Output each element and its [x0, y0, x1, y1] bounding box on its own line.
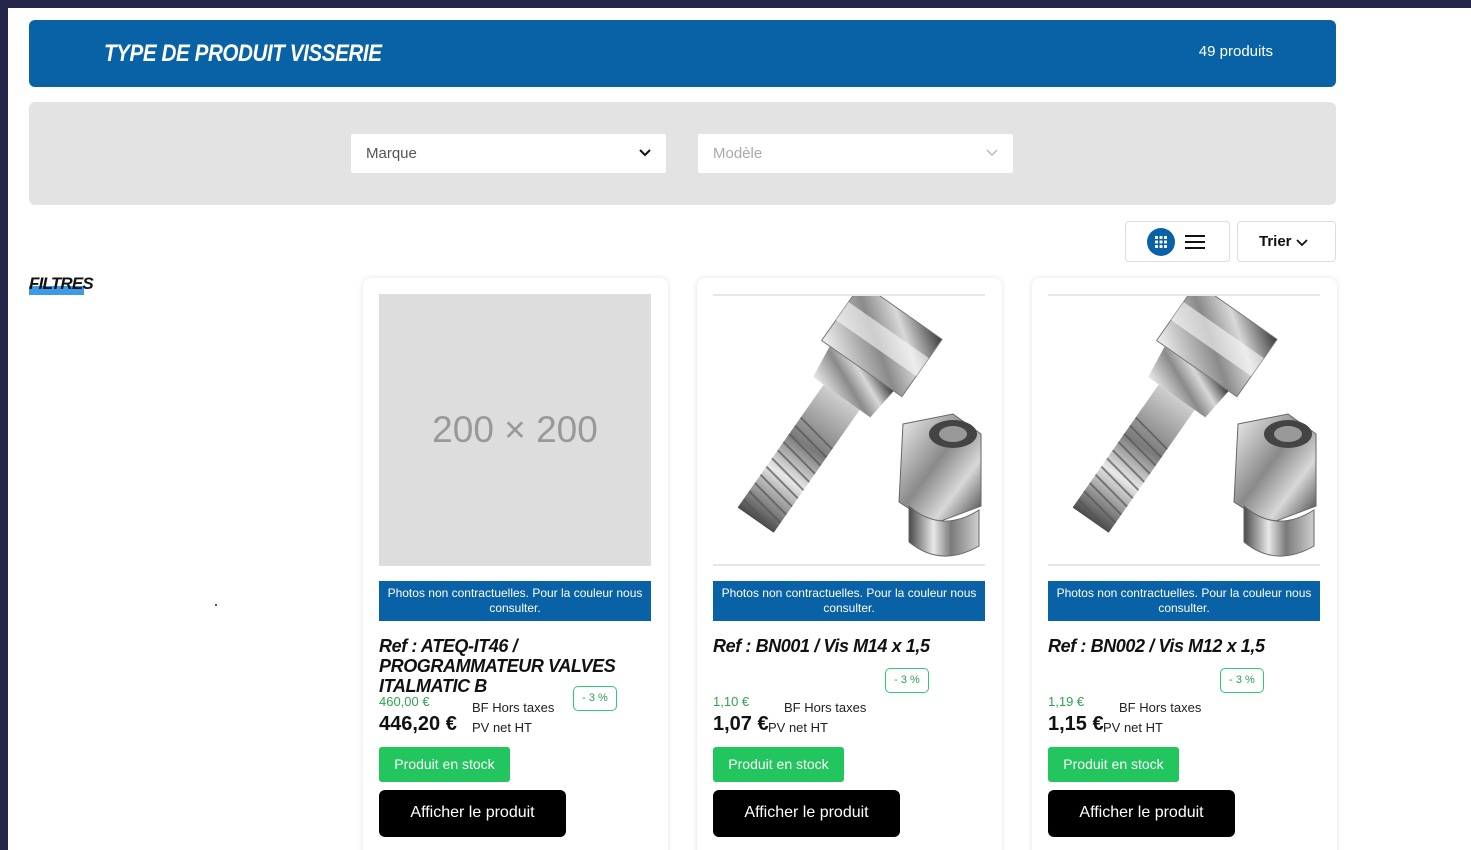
brand-select-value: Marque: [366, 145, 417, 162]
product-image[interactable]: [1048, 282, 1320, 566]
old-price: 460,00 €: [379, 694, 430, 709]
category-header: TYPE DE PRODUIT VISSERIE 49 produits: [29, 20, 1336, 87]
product-title[interactable]: Ref : BN002 / Vis M12 x 1,5: [1048, 636, 1323, 656]
photo-notice: Photos non contractuelles. Pour la coule…: [379, 581, 651, 621]
view-product-button[interactable]: Afficher le produit: [1048, 790, 1235, 837]
grid-icon: [1155, 236, 1167, 248]
sort-label: Trier: [1259, 233, 1292, 250]
vehicle-filter-bar: Marque Modèle: [29, 102, 1336, 205]
view-product-button[interactable]: Afficher le produit: [379, 790, 566, 837]
sort-button[interactable]: Trier: [1237, 221, 1336, 262]
pv-label: PV net HT: [472, 720, 532, 735]
filters-title: FILTRES: [29, 274, 94, 293]
bf-label: BF Hors taxes: [784, 700, 867, 715]
product-card: 200 × 200 Photos non contractuelles. Pou…: [363, 278, 668, 850]
chevron-down-icon: [639, 149, 651, 157]
product-card: Photos non contractuelles. Pour la coule…: [1032, 278, 1337, 850]
brand-select[interactable]: Marque: [351, 134, 666, 173]
old-price: 1,19 €: [1048, 694, 1085, 709]
product-image[interactable]: [713, 282, 985, 566]
view-toggle: [1125, 221, 1230, 262]
net-price: 1,15 €: [1048, 713, 1104, 735]
discount-badge: - 3 %: [885, 668, 929, 693]
old-price: 1,10 €: [713, 694, 750, 709]
stock-status: Produit en stock: [1048, 747, 1179, 782]
view-product-button[interactable]: Afficher le produit: [713, 790, 900, 837]
net-price: 446,20 €: [379, 713, 457, 735]
model-select[interactable]: Modèle: [698, 134, 1013, 173]
bolt-nut-image: [737, 282, 982, 557]
discount-badge: - 3 %: [573, 686, 617, 711]
bolt-nut-image: [1072, 282, 1317, 557]
chevron-down-icon: [986, 149, 998, 157]
chevron-down-icon: [1296, 239, 1308, 247]
list-view-icon[interactable]: [1184, 233, 1206, 251]
model-select-value: Modèle: [713, 145, 763, 162]
net-price: 1,07 €: [713, 713, 769, 735]
product-count: 49 produits: [1198, 43, 1273, 60]
discount-badge: - 3 %: [1220, 668, 1264, 693]
grid-view-button[interactable]: [1147, 228, 1175, 256]
pv-label: PV net HT: [1103, 720, 1163, 735]
product-image-placeholder[interactable]: 200 × 200: [379, 294, 651, 566]
divider-dot: [215, 604, 217, 606]
photo-notice: Photos non contractuelles. Pour la coule…: [1048, 581, 1320, 621]
stock-status: Produit en stock: [379, 747, 510, 782]
stock-status: Produit en stock: [713, 747, 844, 782]
product-card: Photos non contractuelles. Pour la coule…: [697, 278, 1002, 850]
product-title[interactable]: Ref : BN001 / Vis M14 x 1,5: [713, 636, 988, 656]
bf-label: BF Hors taxes: [472, 700, 555, 715]
page: TYPE DE PRODUIT VISSERIE 49 produits Mar…: [8, 8, 1471, 850]
pv-label: PV net HT: [768, 720, 828, 735]
photo-notice: Photos non contractuelles. Pour la coule…: [713, 581, 985, 621]
category-title: TYPE DE PRODUIT VISSERIE: [104, 40, 382, 67]
bf-label: BF Hors taxes: [1119, 700, 1202, 715]
